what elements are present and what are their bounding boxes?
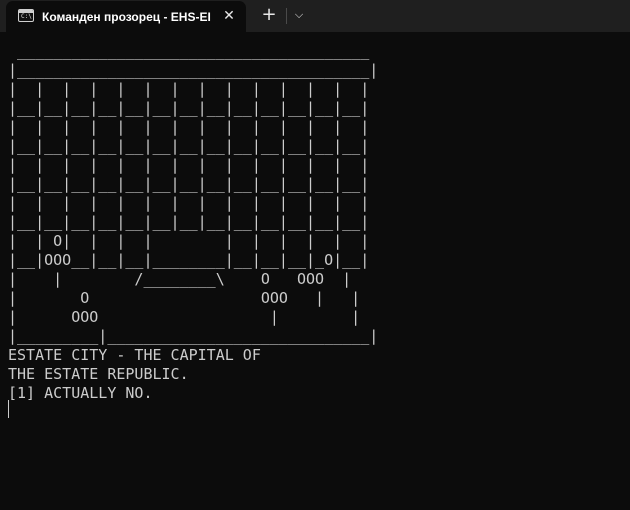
plus-icon[interactable]: + bbox=[258, 4, 280, 26]
chevron-down-icon[interactable]: ⌵ bbox=[290, 5, 308, 25]
terminal-window: C:\ Команден прозорец - EHS-EI ✕ + ⌵ ___… bbox=[0, 0, 630, 510]
close-icon[interactable]: ✕ bbox=[220, 7, 238, 25]
tab-divider bbox=[286, 8, 287, 24]
tab-title: Команден прозорец - EHS-EI bbox=[42, 10, 211, 24]
console-area[interactable]: _______________________________________ … bbox=[0, 32, 630, 510]
console-output: _______________________________________ … bbox=[8, 42, 379, 402]
terminal-icon: C:\ bbox=[18, 9, 34, 22]
text-cursor bbox=[8, 400, 9, 418]
tab-command-prompt[interactable]: C:\ Команден прозорец - EHS-EI ✕ bbox=[6, 1, 246, 32]
terminal-icon-prompt: C:\ bbox=[21, 13, 32, 20]
tab-bar: C:\ Команден прозорец - EHS-EI ✕ + ⌵ bbox=[0, 0, 630, 32]
